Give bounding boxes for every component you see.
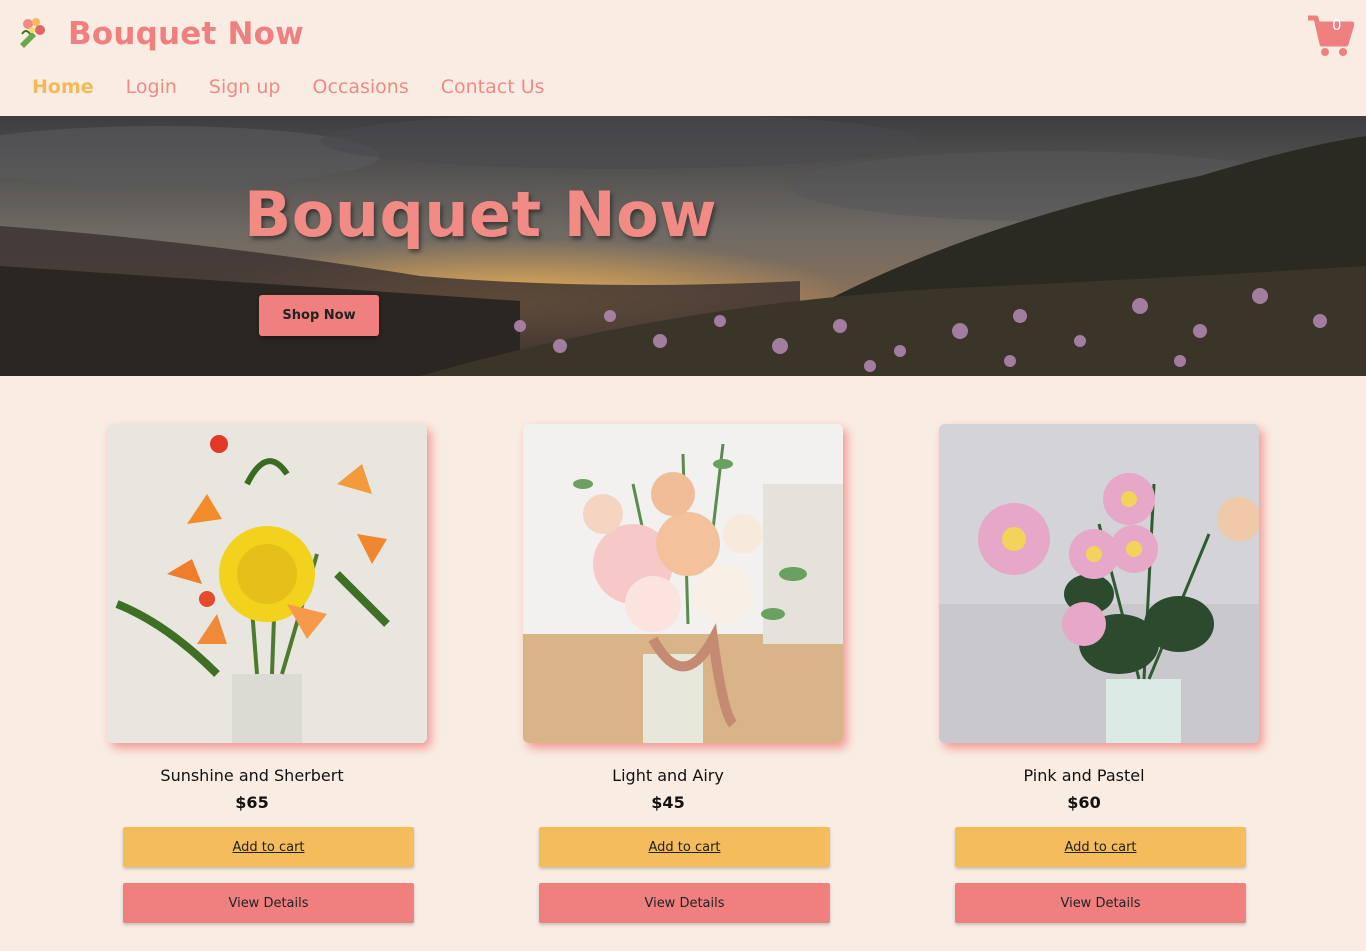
- nav-sign-up[interactable]: Sign up: [209, 76, 281, 98]
- view-details-button[interactable]: View Details: [123, 883, 414, 923]
- add-to-cart-button[interactable]: Add to cart: [955, 827, 1246, 867]
- product-card: Sunshine and Sherbert $65 Add to cart Vi…: [107, 424, 427, 923]
- brand-name[interactable]: Bouquet Now: [68, 16, 304, 52]
- bouquet-icon[interactable]: [14, 14, 50, 50]
- product-card: Light and Airy $45 Add to cart View Deta…: [523, 424, 843, 923]
- nav-occasions[interactable]: Occasions: [313, 76, 409, 98]
- add-to-cart-button[interactable]: Add to cart: [123, 827, 414, 867]
- view-details-button[interactable]: View Details: [955, 883, 1246, 923]
- site-header: Bouquet Now 0 Home Login Sign up Occasio…: [0, 0, 1366, 116]
- cart-count-badge: 0: [1332, 16, 1342, 34]
- product-name: Light and Airy: [612, 766, 724, 785]
- view-details-button[interactable]: View Details: [539, 883, 830, 923]
- shop-now-button[interactable]: Shop Now: [259, 295, 379, 336]
- shopping-cart-icon[interactable]: [1306, 12, 1354, 58]
- product-price: $60: [1067, 793, 1101, 812]
- main-nav: Home Login Sign up Occasions Contact Us: [32, 76, 577, 98]
- nav-login[interactable]: Login: [126, 76, 177, 98]
- hero-banner: Bouquet Now Shop Now: [0, 116, 1366, 376]
- product-image[interactable]: [523, 424, 843, 743]
- nav-contact-us[interactable]: Contact Us: [441, 76, 545, 98]
- product-name: Pink and Pastel: [1023, 766, 1145, 785]
- product-image[interactable]: [939, 424, 1259, 743]
- product-image[interactable]: [107, 424, 427, 743]
- product-card: Pink and Pastel $60 Add to cart View Det…: [939, 424, 1259, 923]
- product-price: $45: [651, 793, 685, 812]
- product-name: Sunshine and Sherbert: [160, 766, 344, 785]
- product-price: $65: [235, 793, 269, 812]
- nav-home[interactable]: Home: [32, 76, 94, 98]
- add-to-cart-button[interactable]: Add to cart: [539, 827, 830, 867]
- hero-title: Bouquet Now: [244, 178, 718, 251]
